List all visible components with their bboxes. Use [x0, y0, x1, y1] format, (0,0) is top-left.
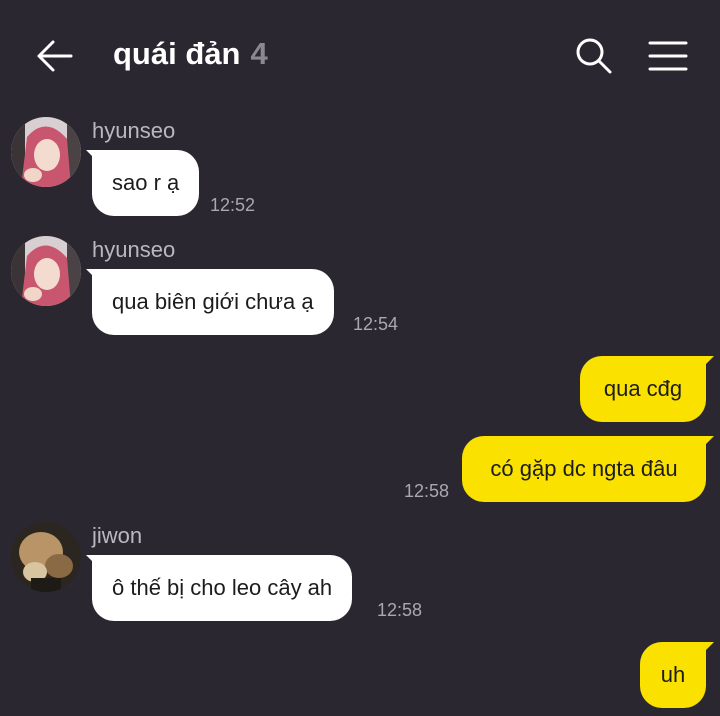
message-timestamp: 12:58	[377, 600, 423, 620]
bubble-tail	[702, 436, 714, 448]
message-timestamp: 12:54	[353, 314, 399, 334]
bubble-tail	[702, 356, 714, 368]
bubble-tail	[702, 642, 714, 654]
message-bubble-outgoing[interactable]: qua cđg	[580, 356, 706, 422]
member-count: 4	[250, 36, 268, 71]
message-bubble[interactable]: qua biên giới chưa ạ	[92, 269, 334, 335]
message-bubble[interactable]: sao r ạ	[92, 150, 200, 216]
search-icon[interactable]	[574, 36, 614, 76]
chat-room-name: quái đản	[113, 36, 241, 71]
message-bubble[interactable]: ô thế bị cho leo cây ah	[92, 555, 353, 621]
chat-header: quái đản 4	[0, 0, 720, 110]
avatar-hyunseo[interactable]	[11, 236, 81, 306]
avatar-jiwon[interactable]	[11, 522, 81, 592]
back-arrow-icon[interactable]	[36, 38, 74, 74]
message-timestamp: 12:58	[404, 481, 450, 501]
message-timestamp: 12:52	[210, 195, 256, 215]
message-bubble-outgoing[interactable]: uh	[640, 642, 706, 708]
menu-icon[interactable]	[648, 40, 688, 72]
sender-name: hyunseo	[92, 118, 176, 143]
avatar-hyunseo[interactable]	[11, 117, 81, 187]
sender-name: jiwon	[92, 523, 143, 548]
message-bubble-outgoing[interactable]: có gặp dc ngta đâu	[462, 436, 706, 502]
chat-title: quái đản 4	[113, 36, 268, 72]
sender-name: hyunseo	[92, 237, 176, 262]
